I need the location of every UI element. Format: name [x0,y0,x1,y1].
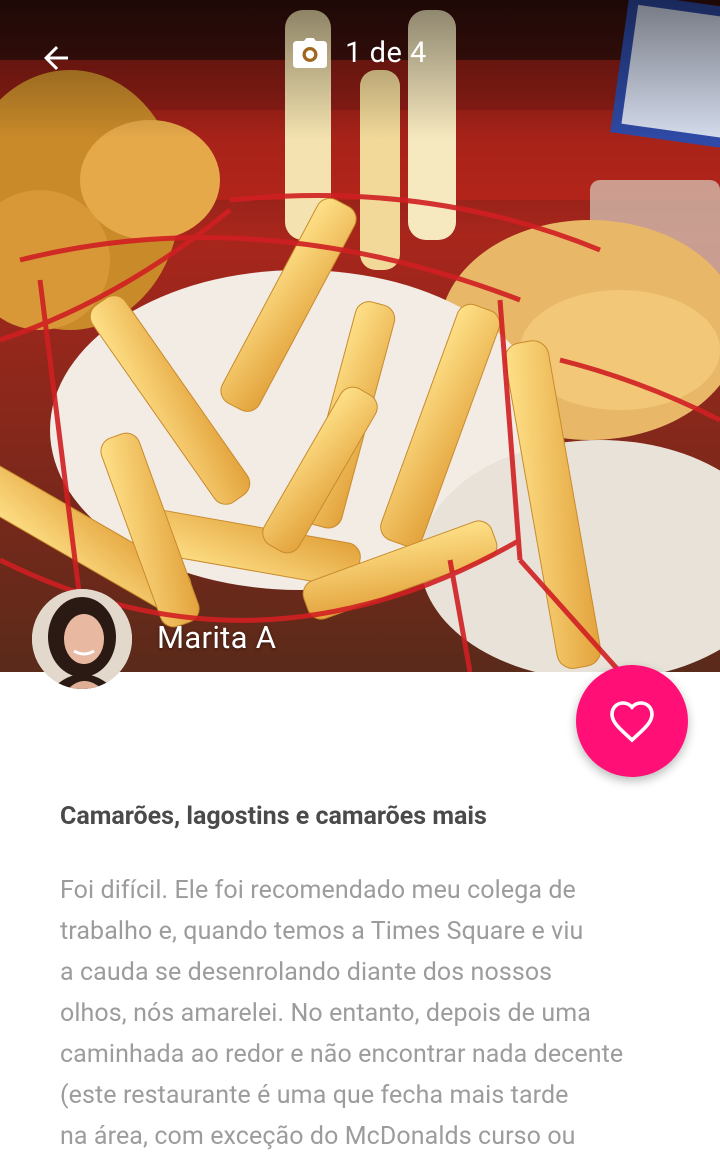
camera-icon [293,38,328,68]
photo-counter: 1 de 4 [0,36,720,70]
author-block[interactable]: Marita A [32,589,276,689]
review-line: Foi difícil. Ele foi recomendado meu col… [60,876,576,905]
review-line: caminhada ao redor e não encontrar nada … [60,1040,624,1069]
author-name[interactable]: Marita A [157,619,276,656]
review-title: Camarões, lagostins e camarões mais [60,802,487,831]
photo-counter-label: 1 de 4 [345,36,427,70]
avatar[interactable] [32,589,132,689]
review-line: na área, com exceção do McDonalds curso … [60,1122,576,1151]
review-line: trabalho e, quando temos a Times Square … [60,917,584,946]
top-app-bar: 1 de 4 [0,0,720,114]
review-line: (este restaurante é uma que fecha mais t… [60,1081,569,1110]
review-body: Foi difícil. Ele foi recomendado meu col… [60,870,670,1157]
review-line: olhos, nós amarelei. No entanto, depois … [60,999,591,1028]
review-line: a cauda se desenrolando diante dos nosso… [60,958,553,987]
favorite-button[interactable] [576,665,688,777]
heart-outline-icon [610,701,654,743]
